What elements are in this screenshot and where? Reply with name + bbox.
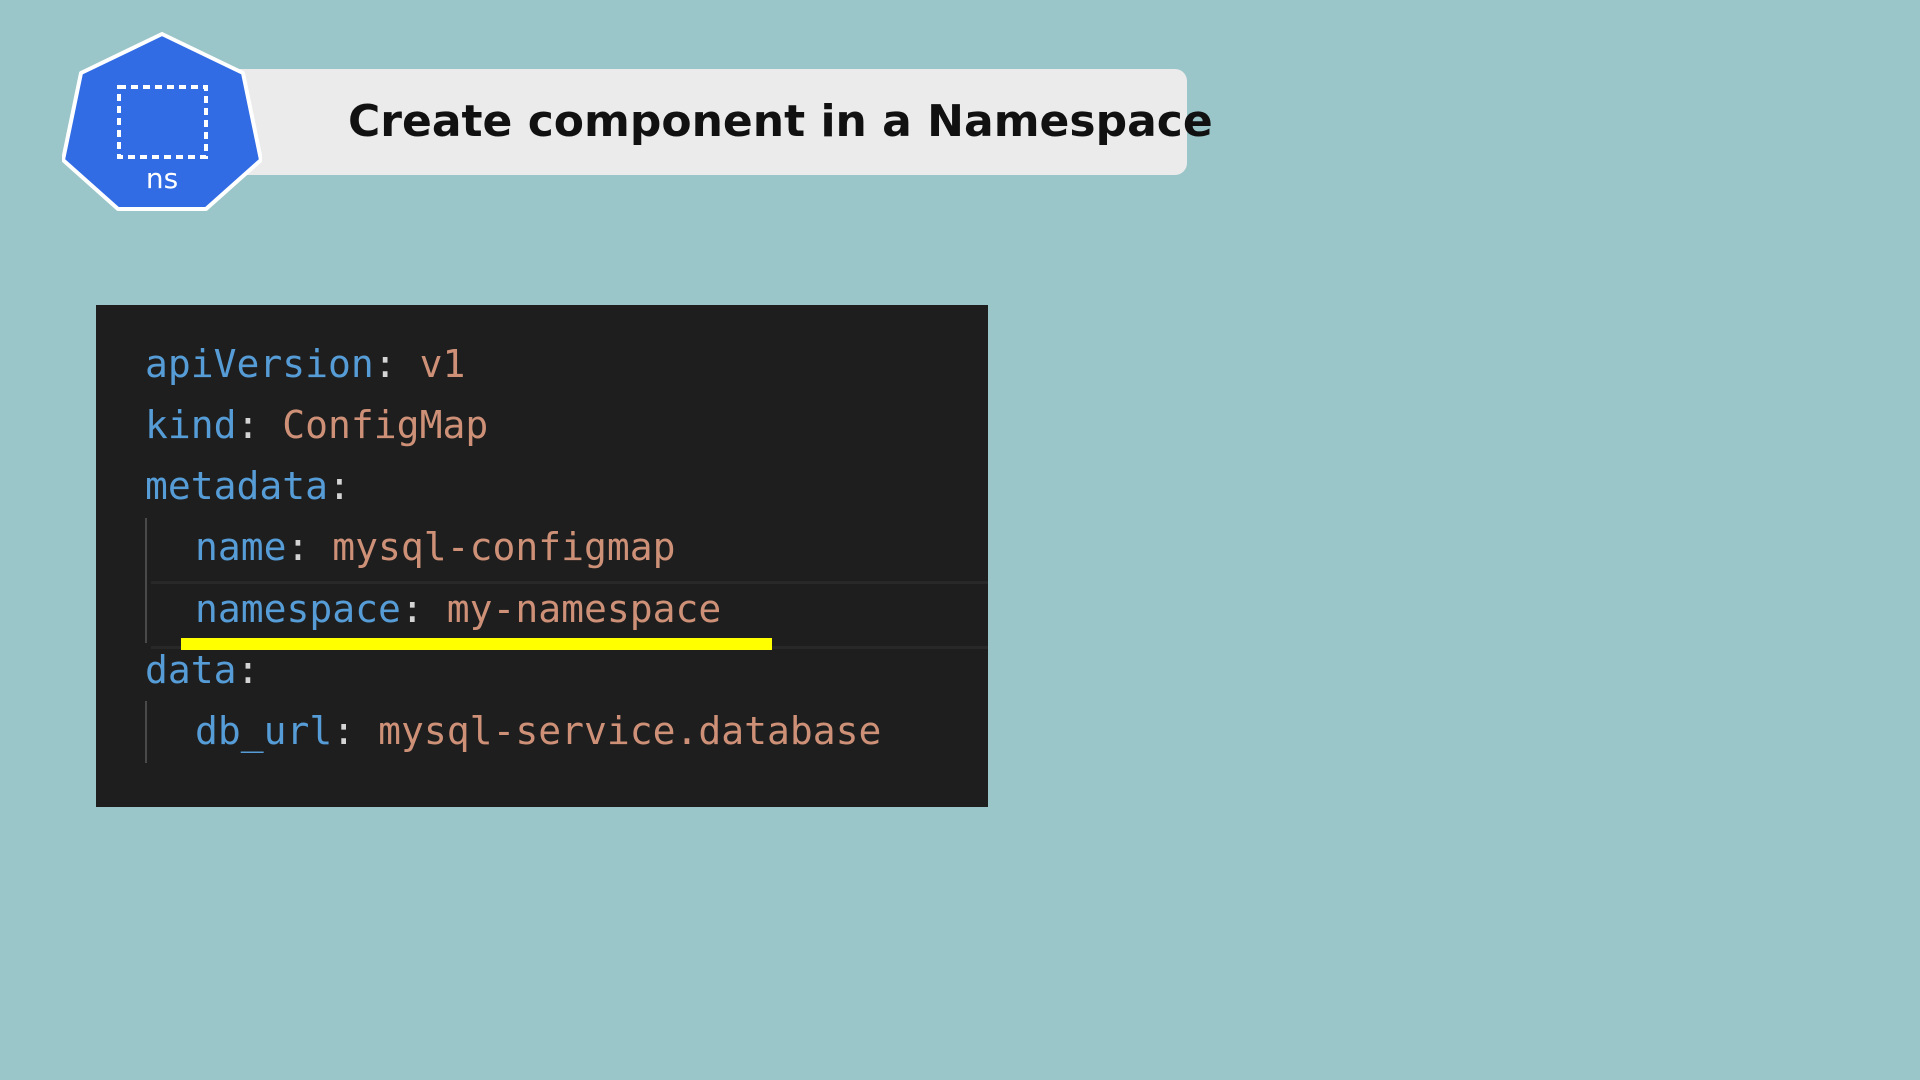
code-key: data (145, 648, 237, 692)
code-key: db_url (195, 709, 333, 753)
code-line-apiversion: apiVersion: v1 (145, 338, 465, 390)
code-sep: : (400, 587, 424, 631)
code-line-name: name: mysql-configmap (195, 521, 675, 573)
code-sep: : (332, 709, 356, 753)
code-line-metadata: metadata: (145, 460, 351, 512)
slide: Create component in a Namespace ns apiVe… (0, 0, 1920, 1080)
code-line-namespace: namespace: my-namespace (195, 583, 721, 635)
indent-guide-data (145, 701, 147, 763)
code-key: namespace (195, 587, 401, 631)
title-bar: Create component in a Namespace (150, 69, 1213, 175)
code-value: ConfigMap (282, 403, 489, 447)
code-key: metadata (145, 464, 329, 508)
code-line-kind: kind: ConfigMap (145, 399, 488, 451)
code-value: my-namespace (446, 587, 722, 631)
slide-title: Create component in a Namespace (348, 96, 1213, 147)
code-sep: : (328, 464, 351, 508)
namespace-underline-highlight (181, 638, 772, 650)
code-sep: : (236, 403, 260, 447)
code-sep: : (373, 342, 397, 386)
code-line-db-url: db_url: mysql-service.database (195, 705, 881, 757)
namespace-icon-label: ns (145, 162, 179, 195)
code-key: name (195, 525, 287, 569)
code-editor: apiVersion: v1 kind: ConfigMap metadata:… (96, 305, 988, 807)
code-value: v1 (419, 342, 466, 386)
code-line-data: data: (145, 644, 259, 696)
code-value: mysql-service.database (378, 709, 882, 753)
code-sep: : (236, 648, 260, 692)
code-key: apiVersion (145, 342, 374, 386)
indent-guide-metadata (145, 518, 147, 643)
code-key: kind (145, 403, 237, 447)
code-sep: : (286, 525, 310, 569)
code-value: mysql-configmap (332, 525, 676, 569)
